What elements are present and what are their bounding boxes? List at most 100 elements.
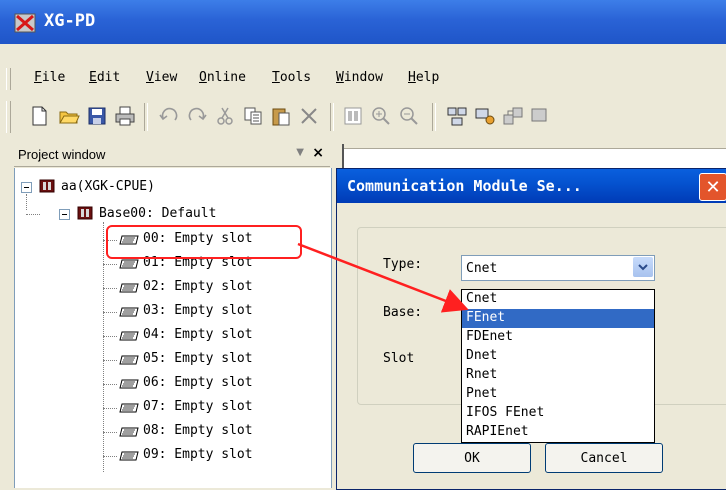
- type-option[interactable]: Dnet: [462, 347, 654, 366]
- chevron-down-icon[interactable]: [633, 257, 653, 277]
- type-option[interactable]: RAPIEnet: [462, 423, 654, 442]
- type-option-label: IFOS FEnet: [466, 405, 545, 420]
- base-label: Base:: [383, 305, 423, 320]
- type-option[interactable]: FDEnet: [462, 328, 654, 347]
- redo-icon[interactable]: [184, 103, 210, 129]
- dialog-titlebar: Communication Module Se... ✕: [337, 169, 726, 203]
- ok-button[interactable]: OK: [413, 443, 531, 473]
- tree-line: [103, 456, 117, 458]
- app-title: XG-PD: [44, 11, 96, 31]
- project-tree: aa(XGK-CPUE) Base00: Default 00: Empty s…: [14, 168, 332, 488]
- empty-slot-icon: [119, 451, 139, 461]
- tree-line: [103, 432, 117, 434]
- type-select-value: Cnet: [466, 261, 498, 276]
- toolbar-separator: [432, 103, 436, 131]
- menu-online[interactable]: Online: [199, 70, 246, 85]
- tree-line: [103, 384, 117, 386]
- cut-icon[interactable]: [212, 103, 238, 129]
- cancel-button[interactable]: Cancel: [545, 443, 663, 473]
- zoom-out-icon[interactable]: [396, 103, 422, 129]
- collapse-expander[interactable]: [21, 182, 32, 193]
- annotation-highlight-box: [106, 225, 302, 259]
- type-select[interactable]: Cnet: [461, 255, 655, 281]
- project-window-header: Project window ▼ ×: [14, 144, 330, 167]
- type-option[interactable]: Cnet: [462, 290, 654, 309]
- type-option[interactable]: Pnet: [462, 385, 654, 404]
- type-option-label: Rnet: [466, 367, 498, 382]
- menu-bar: File Edit View Online Tools Window Help: [0, 66, 726, 92]
- type-option[interactable]: IFOS FEnet: [462, 404, 654, 423]
- tree-line: [103, 336, 117, 338]
- tree-line: [103, 312, 117, 314]
- tree-slot-item[interactable]: 04: Empty slot: [143, 327, 253, 342]
- communication-module-dialog: Communication Module Se... ✕ Type: Base:…: [336, 168, 726, 490]
- tree-line: [103, 222, 105, 472]
- tree-line: [103, 264, 117, 266]
- tree-base-label[interactable]: Base00: Default: [99, 206, 216, 221]
- empty-slot-icon: [119, 307, 139, 317]
- new-file-icon[interactable]: [26, 103, 52, 129]
- app-logo-icon: [14, 13, 36, 33]
- tree-line: [103, 360, 117, 362]
- empty-slot-icon: [119, 331, 139, 341]
- toolbar-separator: [144, 103, 148, 131]
- empty-slot-icon: [119, 427, 139, 437]
- tree-slot-item[interactable]: 07: Empty slot: [143, 399, 253, 414]
- type-option[interactable]: FEnet: [462, 309, 654, 328]
- tree-root-label[interactable]: aa(XGK-CPUE): [61, 179, 155, 194]
- open-folder-icon[interactable]: [56, 103, 82, 129]
- close-icon[interactable]: ×: [312, 145, 324, 161]
- tree-slot-item[interactable]: 03: Empty slot: [143, 303, 253, 318]
- tree-slot-item[interactable]: 05: Empty slot: [143, 351, 253, 366]
- type-option-label: Pnet: [466, 386, 498, 401]
- module-icon[interactable]: [340, 103, 366, 129]
- menubar-grip: [6, 68, 11, 90]
- type-option-label: FEnet: [466, 310, 506, 325]
- zoom-in-icon[interactable]: [368, 103, 394, 129]
- tree-slot-item[interactable]: 06: Empty slot: [143, 375, 253, 390]
- save-icon[interactable]: [84, 103, 110, 129]
- type-option[interactable]: Rnet: [462, 366, 654, 385]
- empty-slot-icon: [119, 283, 139, 293]
- tree-slot-item[interactable]: 08: Empty slot: [143, 423, 253, 438]
- paste-icon[interactable]: [268, 103, 294, 129]
- type-option-label: FDEnet: [466, 329, 513, 344]
- print-icon[interactable]: [112, 103, 138, 129]
- dropdown-arrow-icon[interactable]: ▼: [296, 147, 304, 158]
- empty-slot-icon: [119, 355, 139, 365]
- toolbar-separator: [330, 103, 334, 131]
- empty-slot-icon: [119, 259, 139, 269]
- toolbar-grip: [6, 101, 11, 133]
- undo-icon[interactable]: [156, 103, 182, 129]
- menu-window[interactable]: Window: [336, 70, 383, 85]
- menu-view[interactable]: View: [146, 70, 177, 85]
- close-icon[interactable]: ✕: [699, 173, 726, 201]
- menu-edit[interactable]: Edit: [89, 70, 120, 85]
- type-label: Type:: [383, 257, 423, 272]
- menu-file[interactable]: File: [34, 70, 65, 85]
- slot-label: Slot: [383, 351, 415, 366]
- tree-line: [103, 288, 117, 290]
- delete-icon[interactable]: [296, 103, 322, 129]
- copy-icon[interactable]: [240, 103, 266, 129]
- connect-icon[interactable]: [472, 103, 498, 129]
- tree-line: [26, 214, 40, 216]
- monitor-icon[interactable]: [528, 103, 554, 129]
- menu-tools[interactable]: Tools: [272, 70, 311, 85]
- tree-line: [26, 194, 28, 210]
- tree-slot-item[interactable]: 02: Empty slot: [143, 279, 253, 294]
- empty-slot-icon: [119, 403, 139, 413]
- type-option-label: Dnet: [466, 348, 498, 363]
- project-window-title: Project window: [18, 147, 106, 162]
- menu-help[interactable]: Help: [408, 70, 439, 85]
- plc-icon: [39, 179, 55, 193]
- empty-slot-icon: [119, 379, 139, 389]
- network-icon[interactable]: [444, 103, 470, 129]
- collapse-expander[interactable]: [59, 209, 70, 220]
- tree-slot-item[interactable]: 09: Empty slot: [143, 447, 253, 462]
- type-option-label: Cnet: [466, 291, 498, 306]
- type-option-label: RAPIEnet: [466, 424, 529, 439]
- toolbar: [0, 97, 726, 141]
- tree-line: [103, 408, 117, 410]
- diagnosis-icon[interactable]: [500, 103, 526, 129]
